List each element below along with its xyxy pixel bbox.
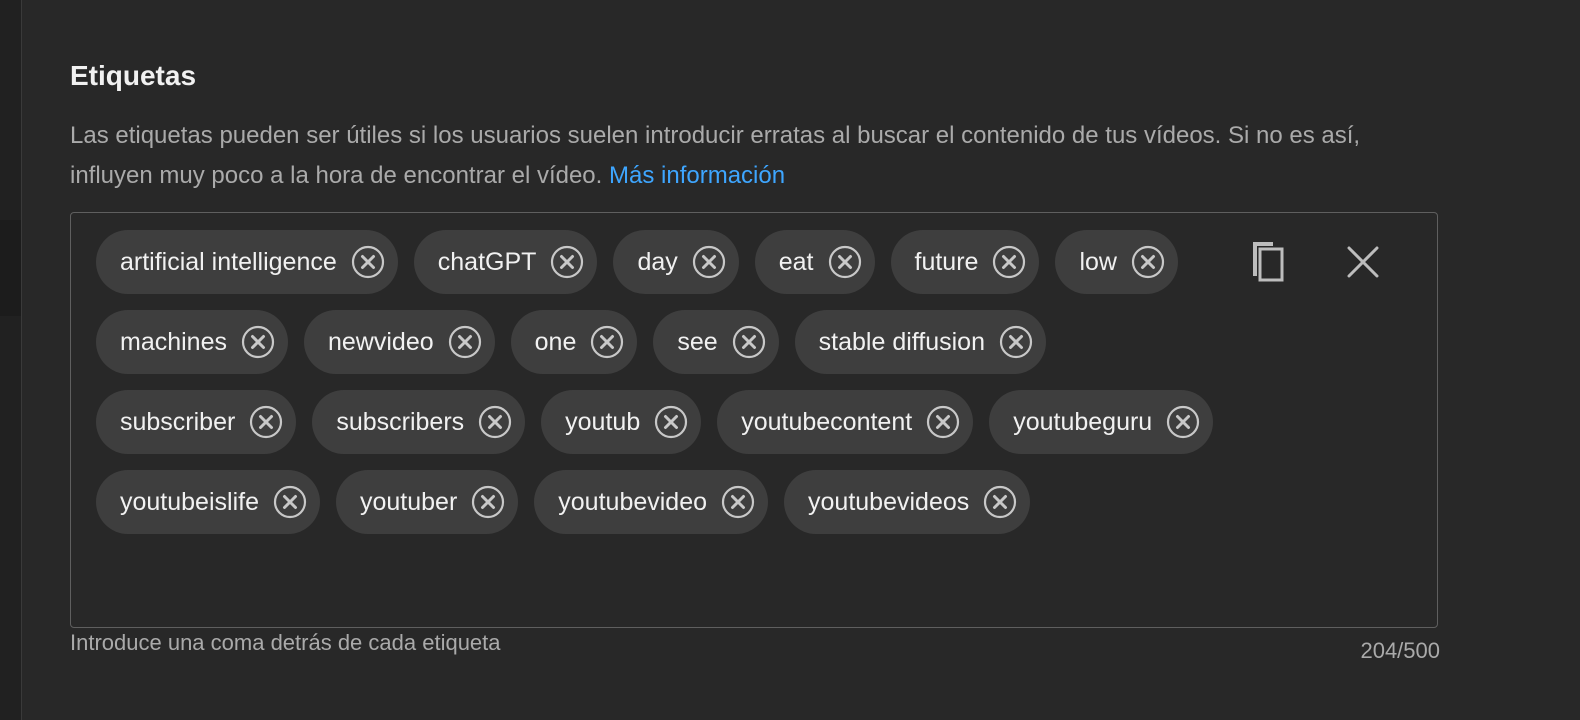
- tag-chip[interactable]: subscribers: [312, 390, 526, 454]
- tag-chip[interactable]: youtubeislife: [96, 470, 320, 534]
- tag-chip-label: stable diffusion: [818, 328, 985, 356]
- remove-circle-icon: [250, 405, 283, 439]
- tag-chip[interactable]: machines: [96, 310, 288, 374]
- remove-tag-button[interactable]: [721, 485, 755, 519]
- tag-chip[interactable]: low: [1055, 230, 1178, 294]
- remove-circle-icon: [479, 405, 512, 439]
- tag-chip[interactable]: artificial intelligence: [96, 230, 398, 294]
- remove-tag-button[interactable]: [249, 405, 283, 439]
- remove-tag-button[interactable]: [351, 245, 385, 279]
- close-icon: [1347, 246, 1379, 278]
- tag-chip[interactable]: youtubevideos: [784, 470, 1031, 534]
- remove-circle-icon: [984, 485, 1017, 519]
- remove-circle-icon: [993, 245, 1026, 279]
- left-sidebar-rail: [0, 0, 22, 720]
- tag-chip[interactable]: youtubeguru: [989, 390, 1214, 454]
- tag-chip-label: day: [637, 248, 678, 276]
- tag-chip-label: chatGPT: [437, 248, 537, 276]
- remove-circle-icon: [732, 325, 765, 359]
- tag-chip[interactable]: subscriber: [96, 390, 297, 454]
- tag-chip-label: youtubevideos: [808, 488, 970, 516]
- tag-chip[interactable]: youtubevideo: [534, 470, 769, 534]
- tag-chip-label: subscriber: [120, 408, 236, 436]
- tag-chip[interactable]: stable diffusion: [794, 310, 1046, 374]
- remove-tag-button[interactable]: [241, 325, 275, 359]
- tag-chip[interactable]: youtub: [541, 390, 702, 454]
- remove-tag-button[interactable]: [999, 325, 1033, 359]
- left-sidebar-active-item: [0, 220, 21, 316]
- remove-tag-button[interactable]: [590, 325, 624, 359]
- remove-circle-icon: [1131, 245, 1165, 279]
- tags-hint: Introduce una coma detrás de cada etique…: [70, 630, 501, 655]
- remove-tag-button[interactable]: [926, 405, 960, 439]
- section-title: Etiquetas: [70, 60, 197, 91]
- remove-tag-button[interactable]: [471, 485, 505, 519]
- character-counter: 204/500: [1360, 638, 1440, 663]
- remove-tag-button[interactable]: [654, 405, 688, 439]
- tag-chip-label: eat: [778, 248, 814, 276]
- tag-chip[interactable]: future: [890, 230, 1040, 294]
- remove-tag-button[interactable]: [550, 245, 584, 279]
- tag-chip-label: subscribers: [336, 408, 465, 436]
- remove-circle-icon: [927, 405, 960, 439]
- tag-chip[interactable]: youtuber: [335, 470, 519, 534]
- remove-circle-icon: [273, 485, 307, 519]
- tag-chip-label: one: [534, 328, 577, 356]
- remove-tag-button[interactable]: [448, 325, 482, 359]
- remove-tag-button[interactable]: [828, 245, 862, 279]
- tag-chip-label: youtub: [565, 408, 641, 436]
- remove-circle-icon: [591, 325, 624, 359]
- tag-chip[interactable]: eat: [754, 230, 875, 294]
- tag-chip[interactable]: see: [653, 310, 779, 374]
- remove-tag-button[interactable]: [732, 325, 766, 359]
- tag-chip-label: see: [677, 328, 718, 356]
- learn-more-link[interactable]: Más información: [609, 162, 785, 189]
- tag-chip-label: youtubeislife: [120, 488, 259, 516]
- remove-circle-icon: [655, 405, 688, 439]
- section-description: Las etiquetas pueden ser útiles si los u…: [70, 116, 1440, 196]
- tag-chip-label: newvideo: [328, 328, 434, 356]
- remove-circle-icon: [828, 245, 861, 279]
- clear-tags-button[interactable]: [1339, 238, 1387, 286]
- tag-chip-label: future: [914, 248, 979, 276]
- tag-chip-label: machines: [120, 328, 227, 356]
- tag-chip[interactable]: day: [613, 230, 739, 294]
- remove-circle-icon: [241, 325, 275, 359]
- tag-chip[interactable]: youtubecontent: [717, 390, 974, 454]
- remove-circle-icon: [721, 485, 755, 519]
- tags-input-box[interactable]: artificial intelligence chatGPT day eat futu…: [70, 212, 1438, 628]
- remove-circle-icon: [351, 245, 384, 279]
- remove-circle-icon: [692, 245, 725, 279]
- remove-tag-button[interactable]: [478, 405, 512, 439]
- remove-circle-icon: [551, 245, 584, 279]
- tag-chip-label: youtuber: [359, 488, 458, 516]
- tag-chip-label: youtubeguru: [1013, 408, 1153, 436]
- remove-circle-icon: [448, 325, 481, 359]
- tag-chip-label: youtubecontent: [741, 408, 913, 436]
- remove-tag-button[interactable]: [273, 485, 307, 519]
- tag-chip[interactable]: chatGPT: [413, 230, 598, 294]
- remove-tag-button[interactable]: [1166, 405, 1200, 439]
- remove-tag-button[interactable]: [692, 245, 726, 279]
- remove-tag-button[interactable]: [983, 485, 1017, 519]
- remove-tag-button[interactable]: [992, 245, 1026, 279]
- tag-chip-label: low: [1079, 248, 1117, 276]
- tag-chip[interactable]: one: [510, 310, 638, 374]
- remove-tag-button[interactable]: [1131, 245, 1165, 279]
- copy-tags-button[interactable]: [1245, 238, 1293, 286]
- remove-circle-icon: [1167, 405, 1200, 439]
- remove-circle-icon: [472, 485, 505, 519]
- copy-icon: [1253, 242, 1284, 282]
- tag-chip-label: artificial intelligence: [120, 248, 337, 276]
- remove-circle-icon: [999, 325, 1033, 359]
- tags-box-actions: [1245, 238, 1387, 286]
- tag-chip-label: youtubevideo: [558, 488, 708, 516]
- tag-chip-list: artificial intelligence chatGPT day eat futu…: [96, 230, 1226, 534]
- tag-chip[interactable]: newvideo: [304, 310, 495, 374]
